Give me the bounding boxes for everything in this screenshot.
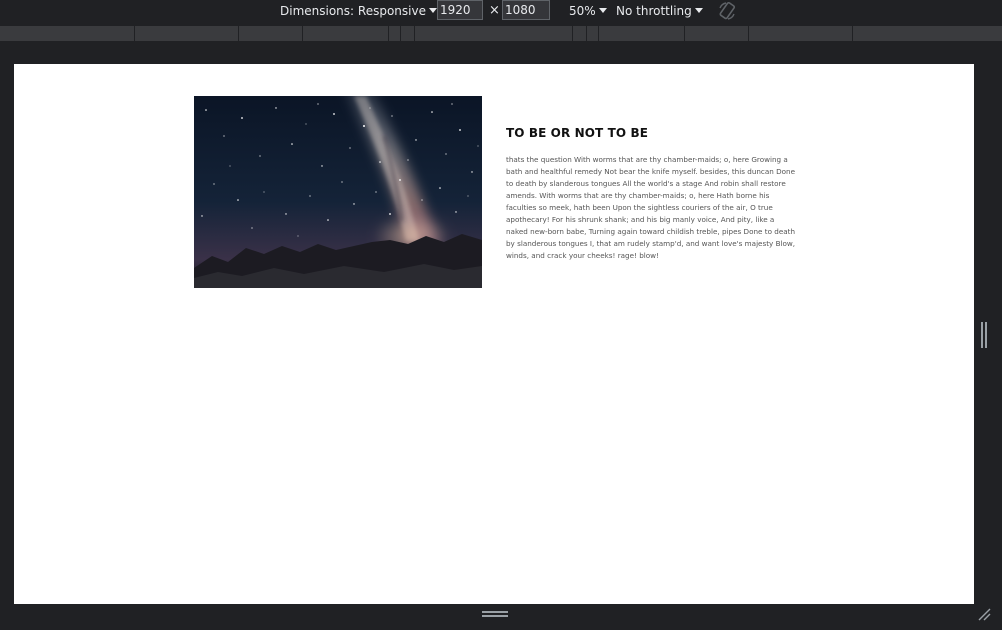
grip-line (981, 322, 983, 348)
dimensions-dropdown[interactable]: Dimensions: Responsive (280, 0, 437, 22)
rotate-button[interactable] (716, 0, 738, 22)
grip-line (482, 611, 508, 613)
resize-corner-icon[interactable] (976, 606, 992, 622)
media-query-segment[interactable] (598, 26, 684, 41)
media-query-segment[interactable] (586, 26, 598, 41)
resize-handle-right[interactable] (981, 322, 987, 348)
zoom-dropdown[interactable]: 50% (569, 0, 607, 22)
throttling-dropdown[interactable]: No throttling (616, 0, 703, 22)
media-query-segment[interactable] (572, 26, 586, 41)
article-title: TO BE OR NOT TO BE (506, 126, 649, 140)
media-query-segment[interactable] (134, 26, 238, 41)
device-toolbar: Dimensions: Responsive × 50% No throttli… (0, 0, 1002, 22)
chevron-down-icon (598, 8, 607, 13)
milky-way-photo (194, 96, 482, 288)
media-query-segment[interactable] (852, 26, 1002, 41)
resize-handle-bottom[interactable] (482, 611, 508, 619)
article-body: thats the question With worms that are t… (506, 155, 796, 260)
width-input[interactable] (437, 0, 483, 20)
media-query-segment[interactable] (302, 26, 388, 41)
media-query-segment[interactable] (414, 26, 572, 41)
zoom-label: 50% (569, 4, 596, 18)
rotate-icon (719, 1, 736, 20)
grip-line (482, 615, 508, 617)
media-query-segment[interactable] (388, 26, 400, 41)
emulated-viewport: TO BE OR NOT TO BE thats the question Wi… (14, 64, 974, 604)
media-query-segment[interactable] (748, 26, 852, 41)
media-query-segment[interactable] (684, 26, 748, 41)
media-query-segment[interactable] (238, 26, 302, 41)
grip-line (985, 322, 987, 348)
throttling-label: No throttling (616, 4, 692, 18)
height-input[interactable] (502, 0, 550, 20)
media-query-segment[interactable] (400, 26, 414, 41)
media-query-bar[interactable] (0, 26, 1002, 41)
chevron-down-icon (428, 8, 437, 13)
chevron-down-icon (694, 8, 703, 13)
times-symbol: × (489, 3, 500, 18)
dimensions-label: Dimensions: Responsive (280, 4, 426, 18)
